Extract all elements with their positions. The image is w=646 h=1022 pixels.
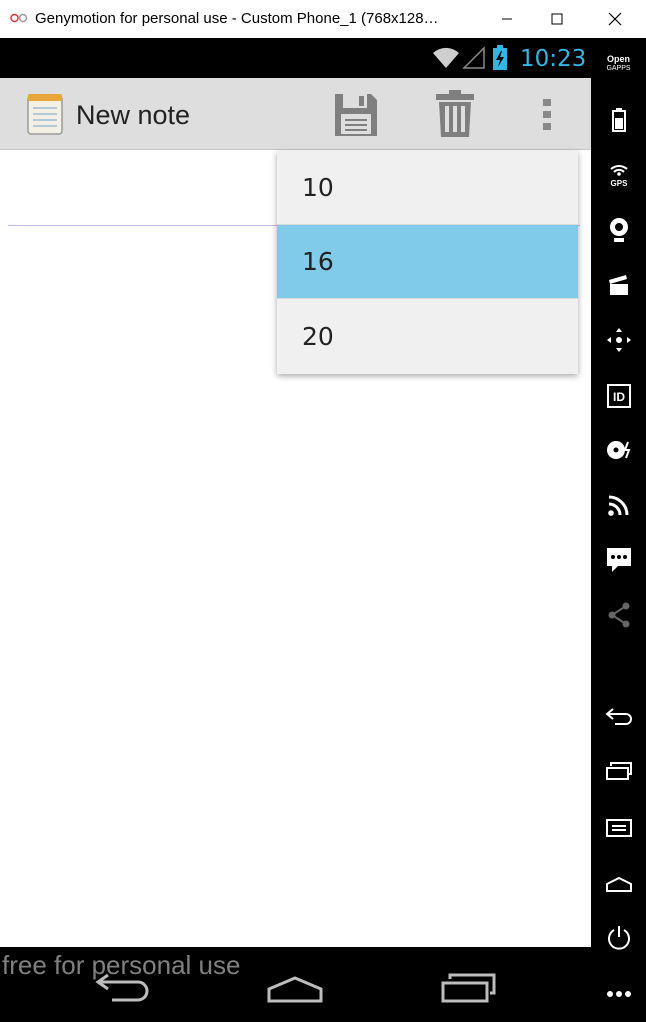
media-widget-button[interactable] — [591, 265, 646, 305]
gps-icon: GPS — [609, 165, 628, 188]
maximize-button[interactable] — [534, 0, 580, 38]
home-icon — [605, 876, 632, 892]
sidebar-recent-apps-button[interactable] — [591, 752, 646, 792]
id-label: ID — [613, 390, 625, 404]
sms-icon — [606, 548, 631, 572]
dpad-icon — [606, 328, 631, 352]
window-title: Genymotion for personal use - Custom Pho… — [35, 10, 439, 27]
dropdown-option-16[interactable]: 16 — [277, 225, 578, 299]
notepad-app-icon[interactable] — [26, 92, 64, 136]
battery-icon — [611, 108, 626, 132]
overflow-menu-icon — [543, 99, 551, 130]
opengapps-button[interactable]: Open GAPPS — [591, 54, 646, 74]
share-icon — [608, 602, 629, 628]
overflow-menu-button[interactable] — [530, 92, 564, 138]
status-clock: 10:23 — [520, 46, 587, 72]
recent-apps-icon — [605, 762, 632, 780]
window-title-bar: Genymotion for personal use - Custom Pho… — [0, 0, 646, 38]
delete-button[interactable] — [430, 88, 480, 140]
action-bar: New note — [0, 78, 591, 150]
media-clapper-icon — [608, 275, 628, 295]
minimize-icon — [502, 18, 512, 20]
menu-icon — [605, 819, 632, 837]
sidebar-menu-button[interactable] — [591, 808, 646, 848]
sidebar-more-button[interactable] — [591, 974, 646, 1014]
android-screen: 10:23 New note 10 16 20 — [0, 38, 591, 1022]
sidebar-back-button[interactable] — [591, 697, 646, 737]
sms-widget-button[interactable] — [591, 540, 646, 580]
gps-label: GPS — [610, 179, 628, 188]
recent-apps-icon[interactable] — [440, 971, 498, 1005]
dropdown-option-10[interactable]: 10 — [277, 151, 578, 225]
device-id-widget-button[interactable]: ID — [591, 376, 646, 416]
cast-icon — [607, 495, 628, 516]
personal-use-watermark: free for personal use — [2, 950, 241, 980]
genymotion-sidebar: Open GAPPS GPS ID — [591, 38, 646, 1022]
dropdown-option-20[interactable]: 20 — [277, 299, 578, 373]
maximize-icon — [551, 13, 563, 25]
disk-io-icon — [606, 441, 630, 459]
cast-widget-button[interactable] — [591, 485, 646, 525]
webcam-widget-button[interactable] — [591, 210, 646, 250]
close-button[interactable] — [592, 0, 638, 38]
battery-widget-button[interactable] — [591, 100, 646, 140]
floppy-disk-icon — [335, 94, 377, 136]
gps-widget-button[interactable]: GPS — [591, 155, 646, 195]
save-button[interactable] — [330, 90, 382, 140]
share-widget-button[interactable] — [591, 595, 646, 635]
close-icon — [608, 12, 622, 26]
minimize-button[interactable] — [484, 0, 530, 38]
status-bar: 10:23 — [0, 38, 591, 78]
home-icon[interactable] — [266, 975, 324, 1003]
genymotion-logo-icon — [10, 13, 28, 23]
battery-charging-icon — [493, 45, 507, 70]
emulator-window: Genymotion for personal use - Custom Pho… — [0, 0, 646, 1022]
sidebar-home-button[interactable] — [591, 864, 646, 904]
more-icon — [606, 991, 631, 997]
opengapps-sublabel: GAPPS — [606, 65, 631, 72]
sidebar-power-button[interactable] — [591, 918, 646, 958]
power-icon — [607, 926, 630, 950]
back-icon — [604, 708, 632, 725]
wifi-icon — [433, 47, 459, 68]
webcam-icon — [609, 218, 628, 242]
action-bar-title: New note — [76, 100, 191, 130]
disk-io-widget-button[interactable] — [591, 430, 646, 470]
opengapps-label: Open — [606, 54, 630, 64]
cell-signal-icon — [462, 46, 485, 69]
id-icon: ID — [606, 384, 631, 408]
font-size-dropdown: 10 16 20 — [277, 151, 578, 374]
trash-icon — [436, 90, 474, 137]
dpad-widget-button[interactable] — [591, 320, 646, 360]
